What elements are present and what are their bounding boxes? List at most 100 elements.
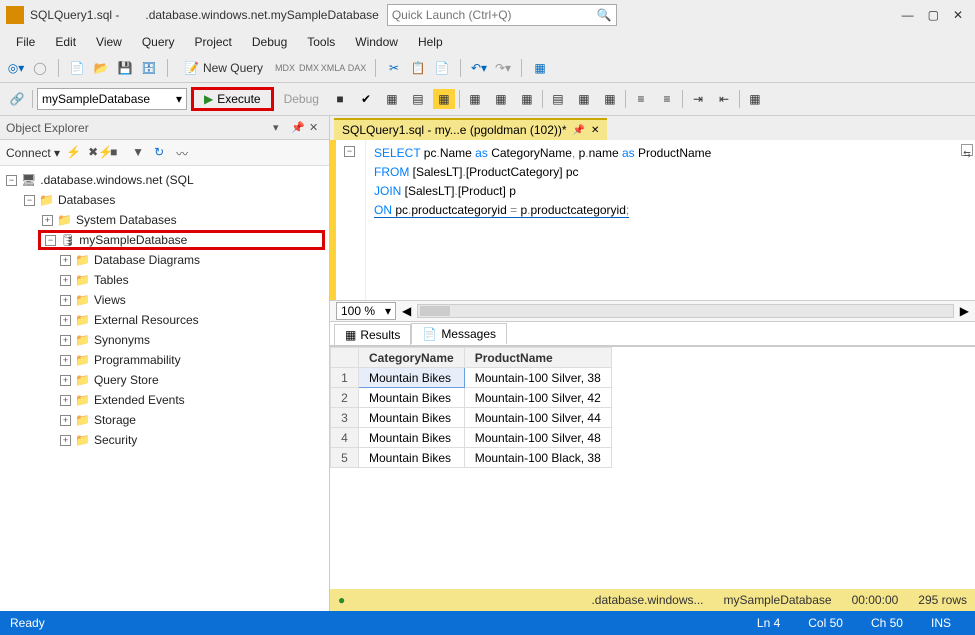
cell-productname[interactable]: Mountain-100 Black, 38: [464, 448, 611, 468]
menu-query[interactable]: Query: [132, 32, 185, 52]
collapse-icon[interactable]: −: [24, 195, 35, 206]
db-child-node[interactable]: +📁Views: [60, 290, 325, 310]
menu-file[interactable]: File: [6, 32, 45, 52]
connect-button[interactable]: Connect ▾: [6, 146, 60, 160]
scroll-right-icon[interactable]: ▶: [960, 304, 969, 318]
db-child-node[interactable]: +📁Security: [60, 430, 325, 450]
live-stats-button[interactable]: ▦: [490, 89, 512, 109]
server-node[interactable]: − 🖥 .database.windows.net (SQL: [6, 170, 325, 190]
activity-icon[interactable]: 〰: [176, 145, 192, 161]
table-row[interactable]: 1Mountain BikesMountain-100 Silver, 38: [331, 368, 612, 388]
table-row[interactable]: 3Mountain BikesMountain-100 Silver, 44: [331, 408, 612, 428]
expand-icon[interactable]: +: [42, 215, 53, 226]
save-button[interactable]: 💾: [115, 58, 135, 78]
system-databases-node[interactable]: + 📁 System Databases: [42, 210, 325, 230]
dmx-button[interactable]: DMX: [299, 58, 319, 78]
collapse-icon[interactable]: −: [45, 235, 56, 246]
expand-icon[interactable]: +: [60, 375, 71, 386]
close-button[interactable]: ✕: [953, 8, 963, 22]
expand-icon[interactable]: +: [60, 255, 71, 266]
cell-productname[interactable]: Mountain-100 Silver, 44: [464, 408, 611, 428]
db-child-node[interactable]: +📁Query Store: [60, 370, 325, 390]
stop-button[interactable]: ■: [329, 89, 351, 109]
results-text-button[interactable]: ▤: [547, 89, 569, 109]
paste-button[interactable]: 📄: [432, 58, 452, 78]
db-child-node[interactable]: +📁Synonyms: [60, 330, 325, 350]
connect-icon[interactable]: ⚡: [66, 145, 82, 161]
menu-project[interactable]: Project: [185, 32, 242, 52]
cell-categoryname[interactable]: Mountain Bikes: [359, 368, 465, 388]
results-tab[interactable]: ▦ Results: [334, 324, 411, 345]
db-child-node[interactable]: +📁External Resources: [60, 310, 325, 330]
cell-categoryname[interactable]: Mountain Bikes: [359, 388, 465, 408]
query-options-button[interactable]: ▤: [407, 89, 429, 109]
databases-node[interactable]: − 📁 Databases: [24, 190, 325, 210]
pin-icon[interactable]: 📌: [573, 125, 585, 136]
split-icon[interactable]: ⇆: [961, 144, 973, 156]
pin-icon[interactable]: 📌: [291, 121, 305, 135]
dax-button[interactable]: DAX: [347, 58, 367, 78]
expand-icon[interactable]: +: [60, 295, 71, 306]
editor-tab[interactable]: SQLQuery1.sql - my...e (pgoldman (102))*…: [334, 118, 607, 140]
intellisense-button[interactable]: ▦: [433, 89, 455, 109]
zoom-combo[interactable]: 100 %▾: [336, 302, 396, 320]
db-child-node[interactable]: +📁Tables: [60, 270, 325, 290]
menu-view[interactable]: View: [86, 32, 132, 52]
col-categoryname[interactable]: CategoryName: [359, 348, 465, 368]
db-child-node[interactable]: +📁Storage: [60, 410, 325, 430]
cell-categoryname[interactable]: Mountain Bikes: [359, 408, 465, 428]
copy-button[interactable]: 📋: [408, 58, 428, 78]
mdx-button[interactable]: MDX: [275, 58, 295, 78]
expand-icon[interactable]: +: [60, 415, 71, 426]
cell-categoryname[interactable]: Mountain Bikes: [359, 428, 465, 448]
xmla-button[interactable]: XMLA: [323, 58, 343, 78]
cell-productname[interactable]: Mountain-100 Silver, 42: [464, 388, 611, 408]
fold-icon[interactable]: −: [344, 146, 355, 157]
results-grid[interactable]: CategoryName ProductName 1Mountain Bikes…: [330, 346, 975, 589]
disconnect-icon[interactable]: ✖⚡: [88, 145, 104, 161]
expand-icon[interactable]: +: [60, 395, 71, 406]
collapse-icon[interactable]: −: [6, 175, 17, 186]
expand-icon[interactable]: +: [60, 335, 71, 346]
new-file-button[interactable]: 📄: [67, 58, 87, 78]
menu-debug[interactable]: Debug: [242, 32, 297, 52]
comment-button[interactable]: ≡: [630, 89, 652, 109]
maximize-button[interactable]: ▢: [928, 8, 939, 22]
table-row[interactable]: 5Mountain BikesMountain-100 Black, 38: [331, 448, 612, 468]
menu-window[interactable]: Window: [345, 32, 408, 52]
outdent-button[interactable]: ⇤: [713, 89, 735, 109]
change-connection-button[interactable]: 🔗: [6, 89, 28, 109]
menu-help[interactable]: Help: [408, 32, 453, 52]
close-icon[interactable]: ✕: [591, 125, 599, 136]
db-child-node[interactable]: +📁Programmability: [60, 350, 325, 370]
cell-categoryname[interactable]: Mountain Bikes: [359, 448, 465, 468]
uncomment-button[interactable]: ≡: [656, 89, 678, 109]
mysampledatabase-node[interactable]: − 🛢 mySampleDatabase: [38, 230, 325, 250]
cut-button[interactable]: ✂: [384, 58, 404, 78]
undo-button[interactable]: ↶▾: [469, 58, 489, 78]
results-file-button[interactable]: ▦: [599, 89, 621, 109]
properties-button[interactable]: ▦: [530, 58, 550, 78]
scroll-left-icon[interactable]: ◀: [402, 304, 411, 318]
table-row[interactable]: 4Mountain BikesMountain-100 Silver, 48: [331, 428, 612, 448]
new-query-button[interactable]: 📝 New Query: [176, 59, 271, 77]
specify-values-button[interactable]: ▦: [744, 89, 766, 109]
minimize-button[interactable]: —: [902, 8, 914, 22]
quick-launch-input[interactable]: [392, 8, 597, 22]
code-body[interactable]: ⇆SELECT pc.Name as CategoryName, p.name …: [366, 140, 975, 300]
code-editor[interactable]: − ⇆SELECT pc.Name as CategoryName, p.nam…: [330, 140, 975, 300]
menu-edit[interactable]: Edit: [45, 32, 86, 52]
expand-icon[interactable]: +: [60, 275, 71, 286]
results-grid-button[interactable]: ▦: [573, 89, 595, 109]
dropdown-icon[interactable]: ▾: [273, 121, 287, 135]
menu-tools[interactable]: Tools: [297, 32, 345, 52]
execute-button[interactable]: ▶ Execute: [191, 87, 274, 111]
db-child-node[interactable]: +📁Database Diagrams: [60, 250, 325, 270]
expand-icon[interactable]: +: [60, 355, 71, 366]
refresh-icon[interactable]: ↻: [154, 145, 170, 161]
expand-icon[interactable]: +: [60, 435, 71, 446]
horizontal-scrollbar[interactable]: [417, 304, 954, 318]
open-button[interactable]: 📂: [91, 58, 111, 78]
back-button[interactable]: ◎▾: [6, 58, 26, 78]
messages-tab[interactable]: 📄 Messages: [411, 323, 507, 344]
